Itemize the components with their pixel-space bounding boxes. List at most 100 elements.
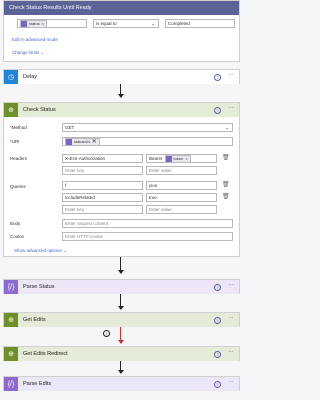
- parse-edits-title: Parse Edits: [23, 381, 52, 387]
- query-value-2: true: [149, 195, 157, 200]
- get-edits-redirect-card: ⊕ Get Edits Redirect ? ···: [3, 346, 240, 361]
- change-limits-label: Change limits: [12, 50, 40, 55]
- query-value-input-2[interactable]: true: [146, 193, 217, 202]
- body-label: Body: [10, 221, 21, 226]
- header-key: X-Esri-Authorization: [65, 156, 106, 161]
- delete-query-icon[interactable]: 🗑: [222, 181, 230, 188]
- chevron-down-icon: ⌄: [225, 124, 229, 130]
- get-edits-title: Get Edits: [23, 317, 46, 323]
- query-value-placeholder: Enter value: [149, 207, 172, 212]
- delay-header[interactable]: ◷ Delay ? ···: [4, 70, 239, 84]
- query-key-placeholder-input[interactable]: Enter key: [62, 205, 143, 214]
- query-key-2: includeRelated: [65, 195, 95, 200]
- query-key-input-1[interactable]: f: [62, 181, 143, 190]
- globe-icon: ⊕: [4, 103, 18, 117]
- globe-icon: ⊕: [4, 313, 18, 327]
- parse-status-card: {/} Parse Status ? ···: [3, 279, 240, 294]
- statusurl-token[interactable]: statusUrl ✕: [65, 137, 100, 146]
- query-value-input-1[interactable]: json: [146, 181, 217, 190]
- ellipsis-icon[interactable]: ···: [229, 349, 234, 355]
- get-edits-card: ⊕ Get Edits ? ···: [3, 312, 240, 327]
- header-value-input[interactable]: Bearer token ×: [146, 154, 217, 163]
- check-status-card: ⊕ Check Status ? ··· *Method GET ⌄ *URI …: [3, 102, 240, 257]
- body-placeholder: Enter request content: [65, 221, 109, 226]
- check-status-title: Check Status: [23, 107, 56, 113]
- get-edits-redirect-title: Get Edits Redirect: [23, 351, 68, 357]
- connector-arrow: [117, 306, 124, 310]
- header-value-placeholder: Enter value: [149, 168, 172, 173]
- get-edits-redirect-header[interactable]: ⊕ Get Edits Redirect ? ···: [4, 347, 239, 361]
- delete-header-icon[interactable]: 🗑: [222, 154, 230, 161]
- help-icon[interactable]: ?: [214, 284, 221, 291]
- condition-value: Completed: [168, 21, 190, 26]
- cookie-label: Cookie: [10, 234, 25, 239]
- query-key-1: f: [65, 183, 67, 188]
- chevron-down-icon: ⌄: [63, 248, 67, 253]
- method-label-text: Method: [11, 125, 27, 130]
- status-token-label: status: [29, 21, 40, 26]
- until-title: Check Status Results Until Ready: [9, 5, 92, 11]
- parse-edits-card: {/} Parse Edits ? ···: [3, 376, 240, 391]
- uri-input[interactable]: statusUrl ✕: [62, 137, 233, 146]
- condition-token-field[interactable]: status ×: [17, 19, 87, 28]
- header-key-placeholder: Enter key: [65, 168, 85, 173]
- header-key-placeholder-input[interactable]: Enter key: [62, 166, 143, 175]
- method-value: GET: [65, 125, 75, 130]
- help-icon[interactable]: ?: [214, 74, 221, 81]
- ellipsis-icon[interactable]: ···: [229, 105, 234, 111]
- close-icon[interactable]: ×: [185, 156, 187, 161]
- connector-arrow: [117, 340, 124, 344]
- queries-label: Queries: [10, 184, 26, 189]
- change-limits-link[interactable]: Change limits ⌄: [12, 50, 44, 56]
- header-value-placeholder-input[interactable]: Enter value: [146, 166, 217, 175]
- parse-edits-header[interactable]: {/} Parse Edits ? ···: [4, 377, 239, 391]
- help-icon[interactable]: ?: [214, 317, 221, 324]
- ellipsis-icon[interactable]: ···: [229, 379, 234, 385]
- show-advanced-link[interactable]: Show advanced options ⌄: [14, 248, 67, 254]
- help-icon[interactable]: ?: [214, 107, 221, 114]
- braces-icon: {/}: [4, 280, 18, 294]
- close-icon[interactable]: ×: [42, 21, 44, 26]
- check-status-header[interactable]: ⊕ Check Status ? ···: [4, 103, 239, 117]
- operator-select[interactable]: is equal to ⌄: [93, 19, 159, 28]
- query-value-placeholder-input[interactable]: Enter value: [146, 205, 217, 214]
- close-icon[interactable]: ✕: [92, 138, 97, 145]
- headers-label: Headers: [10, 156, 28, 161]
- token-token[interactable]: token ×: [164, 154, 191, 163]
- delay-card: ◷ Delay ? ···: [3, 69, 240, 84]
- show-advanced-label: Show advanced options: [14, 248, 62, 253]
- clock-icon: ◷: [4, 70, 18, 84]
- variable-icon: [66, 138, 72, 145]
- cookie-placeholder: Enter HTTP cookie: [65, 234, 103, 239]
- method-label: *Method: [10, 125, 27, 130]
- ellipsis-icon[interactable]: ···: [229, 282, 234, 288]
- variable-icon: [21, 20, 27, 27]
- token-token-label: token: [173, 156, 184, 161]
- get-edits-header[interactable]: ⊕ Get Edits ? ···: [4, 313, 239, 327]
- parse-status-header[interactable]: {/} Parse Status ? ···: [4, 280, 239, 294]
- header-key-input[interactable]: X-Esri-Authorization: [62, 154, 143, 163]
- edit-advanced-link[interactable]: Edit in advanced mode: [12, 37, 58, 42]
- until-header[interactable]: Check Status Results Until Ready: [4, 1, 239, 15]
- globe-icon: ⊕: [4, 347, 18, 361]
- condition-value-input[interactable]: Completed: [165, 19, 235, 28]
- body-input[interactable]: Enter request content: [62, 219, 233, 228]
- help-icon[interactable]: ?: [214, 381, 221, 388]
- ellipsis-icon[interactable]: ···: [229, 72, 234, 78]
- connector-arrow: [117, 94, 124, 98]
- ellipsis-icon[interactable]: ···: [229, 315, 234, 321]
- query-key-input-2[interactable]: includeRelated: [62, 193, 143, 202]
- parse-status-title: Parse Status: [23, 284, 55, 290]
- cookie-input[interactable]: Enter HTTP cookie: [62, 232, 233, 241]
- connector-arrow: [117, 370, 124, 374]
- help-icon[interactable]: ?: [214, 351, 221, 358]
- query-value-1: json: [149, 183, 158, 188]
- connector-arrow: [117, 270, 124, 274]
- delete-query-icon[interactable]: 🗑: [222, 193, 230, 200]
- uri-label: *URI: [10, 139, 20, 144]
- info-icon[interactable]: i: [103, 330, 110, 337]
- status-token[interactable]: status ×: [20, 19, 48, 28]
- header-value-prefix: Bearer: [149, 156, 163, 161]
- method-select[interactable]: GET ⌄: [62, 123, 233, 132]
- query-key-placeholder: Enter key: [65, 207, 85, 212]
